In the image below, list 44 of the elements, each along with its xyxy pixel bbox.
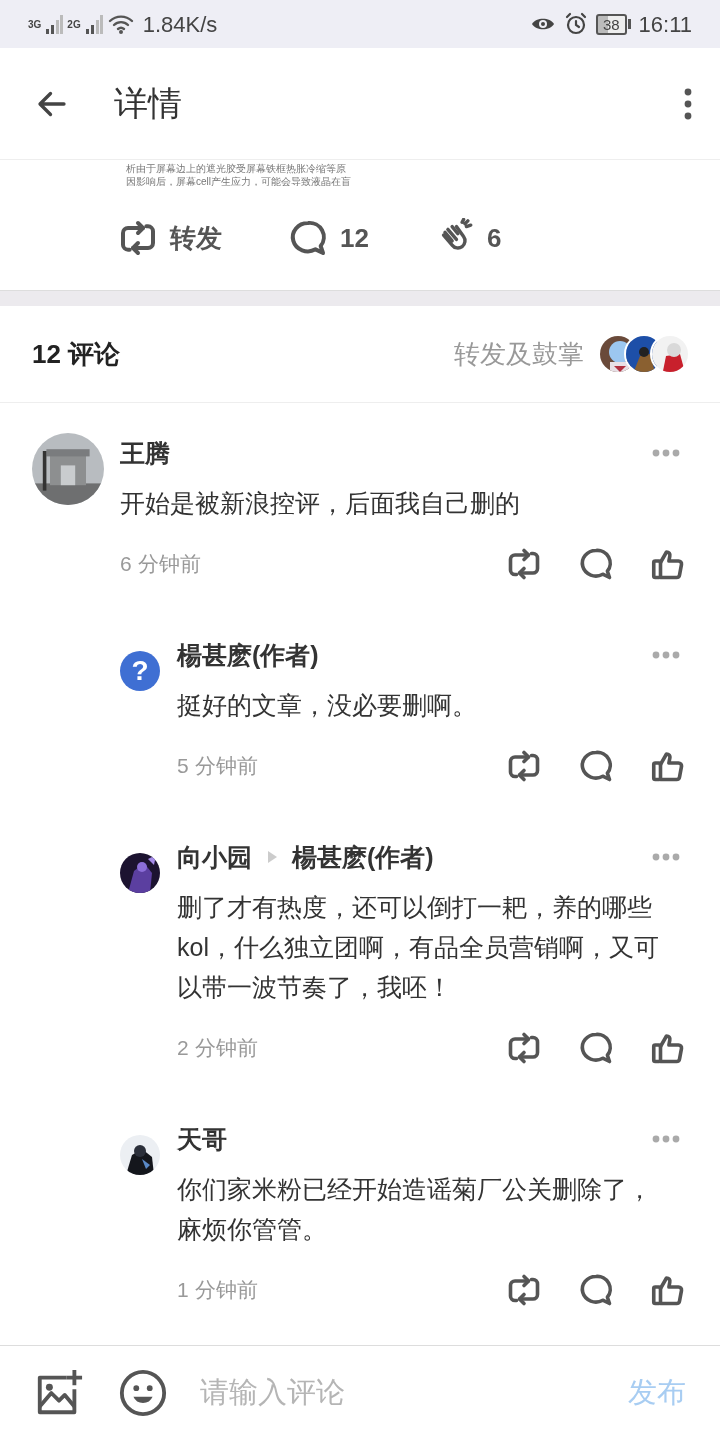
reply-to-name[interactable]: 楊甚麽(作者) bbox=[292, 837, 434, 877]
repost-icon[interactable] bbox=[506, 748, 542, 784]
alarm-clock-icon bbox=[563, 12, 588, 36]
comment-count: 12 bbox=[340, 221, 369, 255]
page-title: 详情 bbox=[114, 83, 182, 124]
comment-text: 开始是被新浪控评，后面我自己删的 bbox=[120, 488, 521, 519]
comment-input[interactable]: 请输入评论 bbox=[198, 1370, 628, 1416]
comment-icon[interactable] bbox=[578, 1272, 614, 1308]
excerpt-line: 因影响后，屏幕cell产生应力，可能会导致液晶在盲 bbox=[126, 175, 352, 186]
signal-icon bbox=[84, 13, 103, 35]
comment-icon[interactable] bbox=[578, 748, 614, 784]
emoji-icon[interactable] bbox=[118, 1368, 168, 1418]
network-label: 3G bbox=[28, 19, 42, 30]
repost-icon[interactable] bbox=[118, 218, 158, 258]
comment-icon[interactable] bbox=[578, 546, 614, 582]
clap-count: 6 bbox=[486, 221, 502, 255]
timestamp: 6 分钟前 bbox=[120, 551, 201, 578]
author-name[interactable]: 王腾 bbox=[120, 433, 170, 473]
clock-time: 16:11 bbox=[638, 10, 692, 39]
repost-label: 转发 bbox=[170, 221, 222, 255]
battery-level: 38 bbox=[595, 13, 627, 35]
timestamp: 5 分钟前 bbox=[177, 753, 258, 780]
comment-text: 挺好的文章，没必要删啊。 bbox=[177, 690, 478, 721]
signal-icon bbox=[45, 13, 64, 35]
reply-arrow-icon bbox=[266, 850, 278, 864]
author-name[interactable]: 楊甚麽(作者) bbox=[177, 635, 319, 675]
comment-text: 删了才有热度，还可以倒打一耙，养的哪些kol，什么独立团啊，有品全员营销啊，又可以带一波节奏了，我呸！ bbox=[177, 892, 660, 1003]
excerpt-line: 析由于屏幕边上的遮光胶受屏幕铁框热胀冷缩等原 bbox=[126, 162, 347, 175]
repost-icon[interactable] bbox=[506, 546, 542, 582]
repost-icon[interactable] bbox=[506, 1272, 542, 1308]
author-name[interactable]: 天哥 bbox=[177, 1119, 227, 1159]
avatar[interactable]: ? bbox=[120, 651, 160, 691]
network-label: 2G bbox=[67, 19, 81, 30]
network-speed: 1.84K/s bbox=[142, 10, 218, 39]
more-menu-icon[interactable] bbox=[684, 87, 692, 120]
comment-text: 你们家米粉已经开始造谣菊厂公关删除了，麻烦你管管。 bbox=[177, 1174, 653, 1245]
comment-count-heading: 12 评论 bbox=[32, 337, 121, 371]
timestamp: 1 分钟前 bbox=[177, 1277, 258, 1304]
author-name[interactable]: 向小园 bbox=[177, 837, 252, 877]
comment-icon[interactable] bbox=[578, 1030, 614, 1066]
wifi-icon bbox=[106, 13, 135, 35]
repost-icon[interactable] bbox=[506, 1030, 542, 1066]
comment-icon[interactable] bbox=[288, 218, 328, 258]
timestamp: 2 分钟前 bbox=[177, 1035, 258, 1062]
